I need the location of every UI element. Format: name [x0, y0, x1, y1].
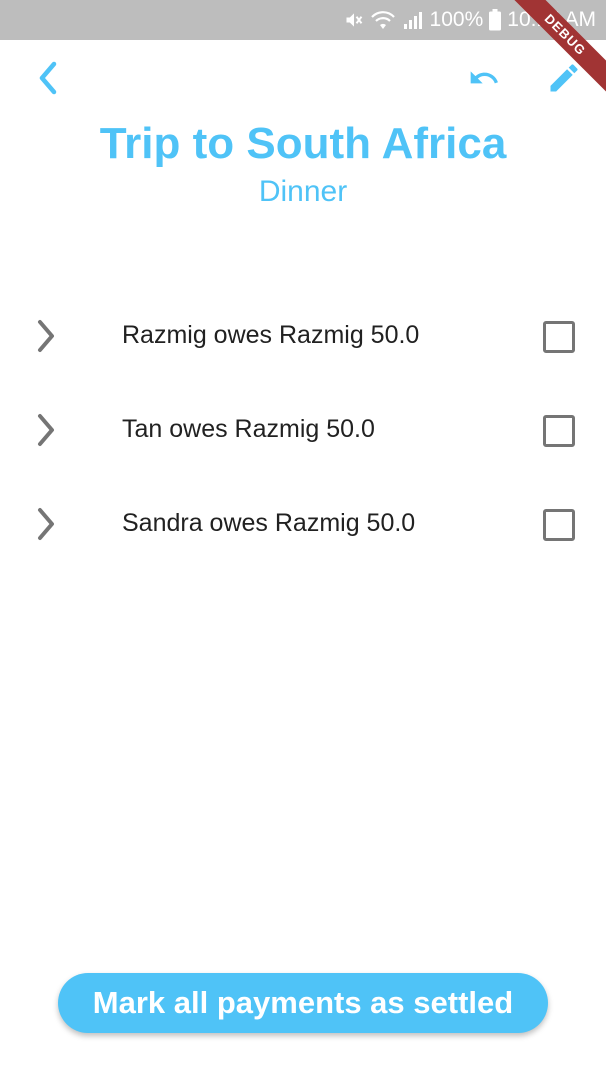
page-title: Trip to South Africa — [99, 119, 507, 168]
chevron-right-icon — [38, 508, 54, 540]
chevron-right-icon — [38, 414, 54, 446]
expand-button[interactable] — [26, 500, 66, 548]
edit-button[interactable] — [540, 54, 588, 102]
back-button[interactable] — [24, 54, 72, 102]
payment-label: Tan owes Razmig 50.0 — [122, 415, 375, 443]
chevron-right-icon — [38, 320, 54, 352]
status-time: 10:15 AM — [507, 8, 596, 31]
page-subtitle: Dinner — [258, 175, 348, 208]
settled-checkbox[interactable] — [543, 509, 575, 541]
settled-checkbox[interactable] — [543, 415, 575, 447]
wifi-icon — [370, 9, 396, 31]
status-bar: 100% 10:15 AM — [0, 0, 606, 40]
payment-row: Razmig owes Razmig 50.0 — [0, 288, 606, 382]
payment-row: Tan owes Razmig 50.0 — [0, 382, 606, 476]
chevron-left-icon — [39, 61, 57, 95]
battery-percentage: 100% — [429, 8, 484, 31]
undo-icon — [470, 71, 498, 84]
settled-checkbox[interactable] — [543, 321, 575, 353]
battery-icon — [489, 9, 502, 31]
signal-icon — [402, 10, 424, 30]
pencil-icon — [550, 64, 578, 92]
payment-label: Sandra owes Razmig 50.0 — [122, 509, 416, 537]
payment-label: Razmig owes Razmig 50.0 — [122, 321, 420, 349]
mark-all-settled-button[interactable]: Mark all payments as settled — [58, 973, 548, 1033]
expand-button[interactable] — [26, 406, 66, 454]
payment-row: Sandra owes Razmig 50.0 — [0, 476, 606, 570]
expand-button[interactable] — [26, 312, 66, 360]
undo-button[interactable] — [460, 54, 508, 102]
mute-icon — [344, 10, 364, 30]
payments-list: Razmig owes Razmig 50.0 Tan owes Razmig … — [0, 288, 606, 570]
status-indicators: 100% 10:15 AM — [344, 0, 596, 40]
